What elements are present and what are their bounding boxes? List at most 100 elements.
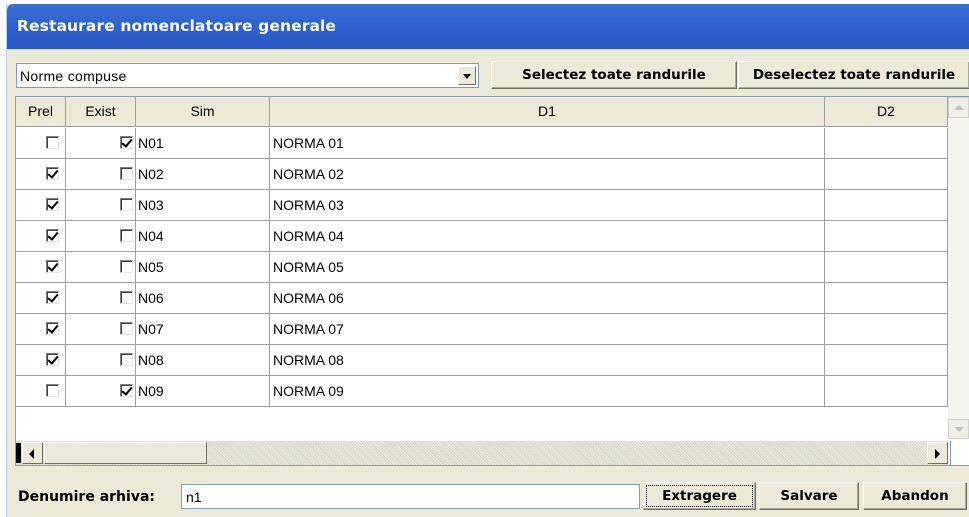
save-button[interactable]: Salvare — [759, 482, 859, 510]
nomenclature-dropdown[interactable]: Norme compuse — [16, 63, 479, 88]
cell-prel — [16, 190, 66, 220]
cell-sim[interactable]: N09 — [136, 376, 270, 406]
title-bar[interactable]: Restaurare nomenclatoare generale — [7, 4, 969, 49]
cell-prel — [16, 376, 66, 406]
prel-checkbox[interactable] — [46, 198, 59, 211]
table-row[interactable]: N02 NORMA 02 — [16, 159, 948, 190]
archive-name-input[interactable] — [181, 484, 640, 509]
prel-checkbox[interactable] — [46, 353, 59, 366]
cell-prel — [16, 314, 66, 344]
cell-prel — [16, 128, 66, 158]
extract-button[interactable]: Extragere — [643, 482, 756, 510]
scroll-down-icon[interactable] — [948, 419, 969, 439]
prel-checkbox[interactable] — [46, 291, 59, 304]
deselect-all-rows-button[interactable]: Deselectez toate randurile — [738, 61, 969, 89]
cell-d2[interactable] — [825, 128, 948, 158]
cell-d2[interactable] — [825, 190, 948, 220]
table-row[interactable]: N03 NORMA 03 — [16, 190, 948, 221]
cell-d1[interactable]: NORMA 02 — [270, 159, 825, 189]
cell-exist — [66, 376, 136, 406]
dialog-window: Restaurare nomenclatoare generale Norme … — [6, 4, 969, 517]
cell-sim[interactable]: N07 — [136, 314, 270, 344]
cell-d1[interactable]: NORMA 04 — [270, 221, 825, 251]
records-grid: Prel Exist Sim D1 D2 N01 NORMA 01 N02 NORMA… — [15, 96, 969, 466]
cell-prel — [16, 345, 66, 375]
column-header-exist[interactable]: Exist — [66, 97, 136, 127]
cell-prel — [16, 221, 66, 251]
cell-d1[interactable]: NORMA 01 — [270, 128, 825, 158]
table-row[interactable]: N08 NORMA 08 — [16, 345, 948, 376]
table-row[interactable]: N09 NORMA 09 — [16, 376, 948, 407]
table-row[interactable]: N01 NORMA 01 — [16, 128, 948, 159]
cell-sim[interactable]: N06 — [136, 283, 270, 313]
scroll-right-icon[interactable] — [927, 442, 948, 464]
table-row[interactable]: N05 NORMA 05 — [16, 252, 948, 283]
cell-prel — [16, 283, 66, 313]
abandon-button[interactable]: Abandon — [863, 482, 967, 510]
row-indicator — [16, 443, 21, 463]
cell-exist — [66, 283, 136, 313]
table-row[interactable]: N06 NORMA 06 — [16, 283, 948, 314]
column-header-prel[interactable]: Prel — [16, 97, 66, 127]
exist-checkbox[interactable] — [120, 353, 133, 366]
cell-d2[interactable] — [825, 314, 948, 344]
exist-checkbox[interactable] — [120, 167, 133, 180]
horizontal-scroll-thumb[interactable] — [44, 442, 207, 464]
cell-prel — [16, 159, 66, 189]
cell-sim[interactable]: N04 — [136, 221, 270, 251]
chevron-down-icon[interactable] — [458, 66, 476, 85]
archive-name-label: Denumire arhiva: — [18, 489, 155, 505]
horizontal-scrollbar[interactable] — [16, 441, 948, 465]
cell-exist — [66, 345, 136, 375]
exist-checkbox[interactable] — [120, 136, 133, 149]
exist-checkbox[interactable] — [120, 198, 133, 211]
window-title: Restaurare nomenclatoare generale — [17, 17, 337, 35]
table-row[interactable]: N04 NORMA 04 — [16, 221, 948, 252]
cell-d2[interactable] — [825, 221, 948, 251]
exist-checkbox[interactable] — [120, 291, 133, 304]
scroll-left-icon[interactable] — [22, 442, 43, 464]
vertical-scrollbar[interactable] — [948, 97, 969, 439]
cell-exist — [66, 314, 136, 344]
cell-exist — [66, 221, 136, 251]
cell-d1[interactable]: NORMA 08 — [270, 345, 825, 375]
dropdown-selected-value: Norme compuse — [20, 68, 127, 84]
exist-checkbox[interactable] — [120, 229, 133, 242]
table-row[interactable]: N07 NORMA 07 — [16, 314, 948, 345]
cell-sim[interactable]: N03 — [136, 190, 270, 220]
cell-d2[interactable] — [825, 159, 948, 189]
column-header-d1[interactable]: D1 — [270, 97, 825, 127]
cell-exist — [66, 252, 136, 282]
column-header-sim[interactable]: Sim — [136, 97, 270, 127]
cell-d2[interactable] — [825, 345, 948, 375]
cell-d2[interactable] — [825, 252, 948, 282]
cell-sim[interactable]: N01 — [136, 128, 270, 158]
prel-checkbox[interactable] — [46, 167, 59, 180]
exist-checkbox[interactable] — [120, 322, 133, 335]
exist-checkbox[interactable] — [120, 384, 133, 397]
prel-checkbox[interactable] — [46, 136, 59, 149]
cell-sim[interactable]: N05 — [136, 252, 270, 282]
cell-d1[interactable]: NORMA 09 — [270, 376, 825, 406]
exist-checkbox[interactable] — [120, 260, 133, 273]
cell-d1[interactable]: NORMA 05 — [270, 252, 825, 282]
scrollbar-corner — [950, 441, 969, 465]
prel-checkbox[interactable] — [46, 229, 59, 242]
cell-d1[interactable]: NORMA 03 — [270, 190, 825, 220]
cell-d2[interactable] — [825, 283, 948, 313]
cell-exist — [66, 128, 136, 158]
prel-checkbox[interactable] — [46, 260, 59, 273]
cell-d1[interactable]: NORMA 07 — [270, 314, 825, 344]
cell-d1[interactable]: NORMA 06 — [270, 283, 825, 313]
column-header-d2[interactable]: D2 — [825, 97, 948, 127]
cell-prel — [16, 252, 66, 282]
cell-exist — [66, 159, 136, 189]
prel-checkbox[interactable] — [46, 322, 59, 335]
cell-sim[interactable]: N08 — [136, 345, 270, 375]
cell-d2[interactable] — [825, 376, 948, 406]
scroll-up-icon[interactable] — [948, 97, 969, 118]
cell-sim[interactable]: N02 — [136, 159, 270, 189]
cell-exist — [66, 190, 136, 220]
prel-checkbox[interactable] — [46, 384, 59, 397]
select-all-rows-button[interactable]: Selectez toate randurile — [491, 61, 737, 89]
